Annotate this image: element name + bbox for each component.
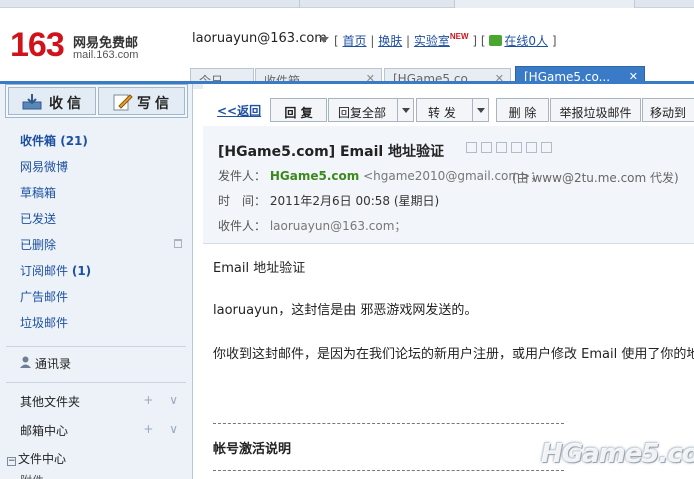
mail-header: 163 网易免费邮 mail.163.com laoruayun@163.com… [0, 8, 694, 90]
sidebar-divider [6, 382, 186, 383]
sender-row: 发件人： HGame5.com <hgame2010@gmail.com>； [218, 167, 542, 184]
folder-label: 收件箱 [20, 134, 57, 148]
folder-ads[interactable]: 广告邮件 [0, 284, 192, 310]
message-action-icons [466, 142, 576, 156]
pencil-icon [113, 94, 133, 111]
reply-all-button[interactable]: 回复全部 [328, 98, 414, 122]
trash-icon[interactable] [174, 239, 182, 248]
folder-spam[interactable]: 垃圾邮件 [0, 310, 192, 336]
forward-label: 转 发 [428, 106, 456, 120]
group-label: 其他文件夹 [20, 395, 81, 409]
sidebar-divider [6, 346, 186, 347]
receive-button[interactable]: 收信 [8, 87, 96, 115]
group-other-folders[interactable]: 其他文件夹 + ∨ [20, 393, 188, 410]
contacts-icon [20, 356, 31, 368]
sent-via: (由 www@2tu.me.com 代发) [512, 171, 679, 185]
folder-inbox[interactable]: 收件箱 (21) [0, 130, 192, 154]
reply-label: 回 复 [284, 106, 313, 120]
message-toolbar: <<返回 回 复 回复全部 转 发 删 除 举报垃圾邮件 移动到 [203, 98, 694, 126]
folder-sent[interactable]: 已发送 [0, 206, 192, 232]
group-file-center[interactable]: − 文件中心 [7, 450, 175, 467]
reply-button[interactable]: 回 复 [270, 98, 327, 122]
flag-icon[interactable] [466, 142, 477, 153]
account-name[interactable]: laoruayun@163.com [192, 31, 327, 46]
download-icon[interactable] [526, 142, 537, 153]
print-icon[interactable] [511, 142, 522, 153]
message-subject: [HGame5.com] Email 地址验证 [218, 144, 445, 160]
chat-icon [489, 35, 503, 46]
folder-drafts[interactable]: 草稿箱 [0, 180, 192, 206]
message-header: [HGame5.com] Email 地址验证 发件人： HGame5.com … [203, 126, 694, 244]
group-label: 邮箱中心 [20, 424, 69, 438]
recipient-address[interactable]: laoruayun@163.com； [270, 219, 407, 233]
folder-label: 垃圾邮件 [20, 316, 69, 330]
logo-domain: mail.163.com [73, 49, 139, 61]
chevron-down-icon[interactable] [472, 99, 488, 121]
browser-top-strip [0, 0, 694, 8]
move-to-label: 移动到 [650, 106, 687, 120]
compose-box: 收信 写信 [5, 84, 188, 118]
sender-name[interactable]: HGame5.com [270, 169, 359, 183]
group-label: 文件中心 [18, 452, 67, 466]
body-divider [213, 470, 564, 471]
compose-button[interactable]: 写信 [98, 87, 185, 115]
folder-deleted[interactable]: 已删除 [0, 232, 192, 258]
chevron-down-icon[interactable] [319, 37, 329, 43]
reply-all-label: 回复全部 [338, 106, 387, 120]
link-home[interactable]: 首页 [343, 34, 367, 48]
compose-label: 写信 [137, 96, 173, 112]
body-line: 你收到这封邮件，是因为在我们论坛的新用户注册，或用户修改 Email 使用了你的… [213, 347, 694, 362]
unread-count: (1) [71, 264, 92, 278]
time-value: 2011年2月6日 00:58 (星期日) [269, 194, 440, 208]
section-title: 帐号激活说明 [213, 442, 292, 457]
back-link[interactable]: <<返回 [217, 102, 261, 119]
inbox-download-icon [22, 94, 42, 110]
sidebar: 收信 写信 收件箱 (21) 网易微博 草稿箱 已发送 已删除 订阅邮件 (1)… [0, 84, 193, 479]
receive-label: 收信 [49, 96, 85, 112]
group-mail-center[interactable]: 邮箱中心 + ∨ [20, 422, 188, 439]
collapse-icon[interactable]: − [7, 457, 16, 466]
top-links: [ 首页 | 换肤 | 实验室NEW ] [ 在线0人 ] [334, 32, 557, 48]
body-line: laoruayun，这封信是由 邪恶游戏网发送的。 [213, 303, 478, 318]
link-lab[interactable]: 实验室 [414, 34, 450, 48]
message-view: <<返回 回 复 回复全部 转 发 删 除 举报垃圾邮件 移动到 [HGame5… [203, 84, 694, 479]
new-badge: NEW [449, 32, 469, 41]
folder-label: 订阅邮件 [20, 264, 69, 278]
contacts-label: 通讯录 [35, 357, 72, 371]
chevron-down-icon[interactable] [397, 99, 413, 121]
body-divider [213, 423, 564, 424]
from-label: 发件人： [218, 169, 267, 183]
recipient-row: 收件人： laoruayun@163.com； [218, 217, 406, 234]
logo-163[interactable]: 163 [10, 28, 65, 62]
folder-label: 已删除 [20, 238, 57, 252]
delete-button[interactable]: 删 除 [496, 98, 549, 122]
to-label: 收件人： [218, 219, 267, 233]
link-online[interactable]: 在线0人 [504, 34, 548, 48]
delete-label: 删 除 [508, 106, 537, 120]
folder-list: 收件箱 (21) 网易微博 草稿箱 已发送 已删除 订阅邮件 (1) 广告邮件 … [0, 130, 192, 336]
move-to-button[interactable]: 移动到 [642, 98, 694, 122]
group-sub-item[interactable]: 附件 [20, 472, 50, 479]
folder-subscriptions[interactable]: 订阅邮件 (1) [0, 258, 192, 284]
unread-count: (21) [60, 134, 88, 148]
site-watermark: HGame5.com [541, 439, 694, 469]
folder-label: 已发送 [20, 212, 57, 226]
time-label: 时 间： [218, 194, 267, 208]
folder-label: 网易微博 [20, 160, 69, 174]
folder-weibo[interactable]: 网易微博 [0, 154, 192, 180]
body-line: Email 地址验证 [213, 261, 306, 276]
folder-label: 广告邮件 [20, 290, 69, 304]
add-expand-icons[interactable]: + ∨ [143, 422, 184, 436]
collapse-icon[interactable] [541, 142, 552, 153]
folder-label: 草稿箱 [20, 186, 57, 200]
add-expand-icons[interactable]: + ∨ [143, 393, 184, 407]
source-icon[interactable] [496, 142, 507, 153]
report-spam-label: 举报垃圾邮件 [559, 106, 632, 120]
popout-icon[interactable] [481, 142, 492, 153]
forward-button[interactable]: 转 发 [416, 98, 489, 122]
report-spam-button[interactable]: 举报垃圾邮件 [550, 98, 641, 122]
link-skin[interactable]: 换肤 [378, 34, 402, 48]
time-row: 时 间： 2011年2月6日 00:58 (星期日) [218, 192, 439, 209]
